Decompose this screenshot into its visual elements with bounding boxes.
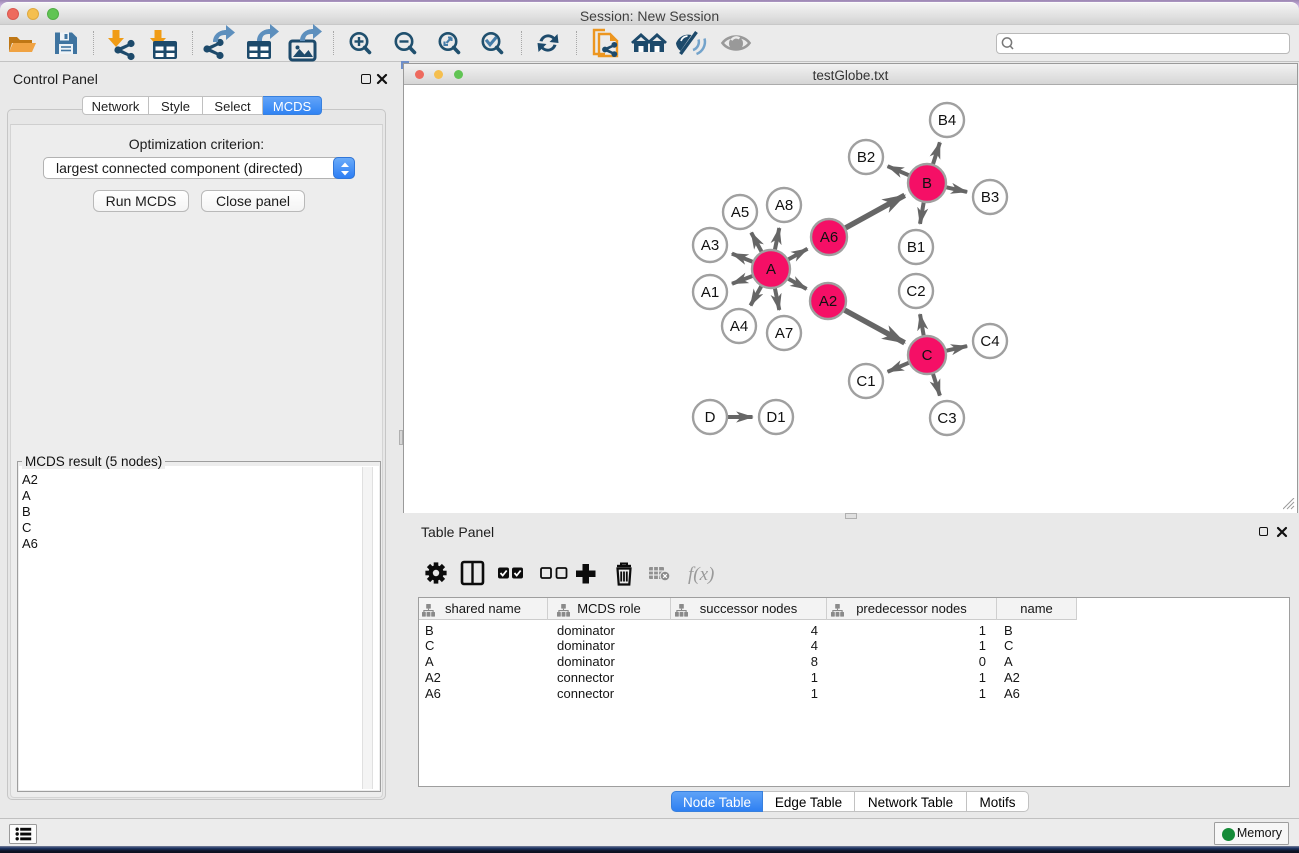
- svg-text:A1: A1: [701, 284, 719, 301]
- svg-text:C4: C4: [980, 333, 999, 350]
- svg-text:B2: B2: [857, 149, 875, 166]
- svg-text:A5: A5: [731, 204, 749, 221]
- svg-text:A2: A2: [819, 293, 837, 310]
- svg-text:A4: A4: [730, 318, 748, 335]
- svg-text:D: D: [705, 409, 716, 426]
- svg-text:A3: A3: [701, 237, 719, 254]
- svg-text:C2: C2: [906, 283, 925, 300]
- svg-text:f(x): f(x): [688, 564, 714, 585]
- svg-text:A8: A8: [775, 197, 793, 214]
- svg-text:B1: B1: [907, 239, 925, 256]
- svg-text:C: C: [922, 347, 933, 364]
- svg-text:D1: D1: [766, 409, 785, 426]
- svg-text:C3: C3: [937, 410, 956, 427]
- svg-text:B4: B4: [938, 112, 956, 129]
- svg-text:A: A: [766, 261, 776, 278]
- svg-text:B: B: [922, 175, 932, 192]
- svg-text:A7: A7: [775, 325, 793, 342]
- svg-text:B3: B3: [981, 189, 999, 206]
- svg-text:A6: A6: [820, 229, 838, 246]
- svg-text:C1: C1: [856, 373, 875, 390]
